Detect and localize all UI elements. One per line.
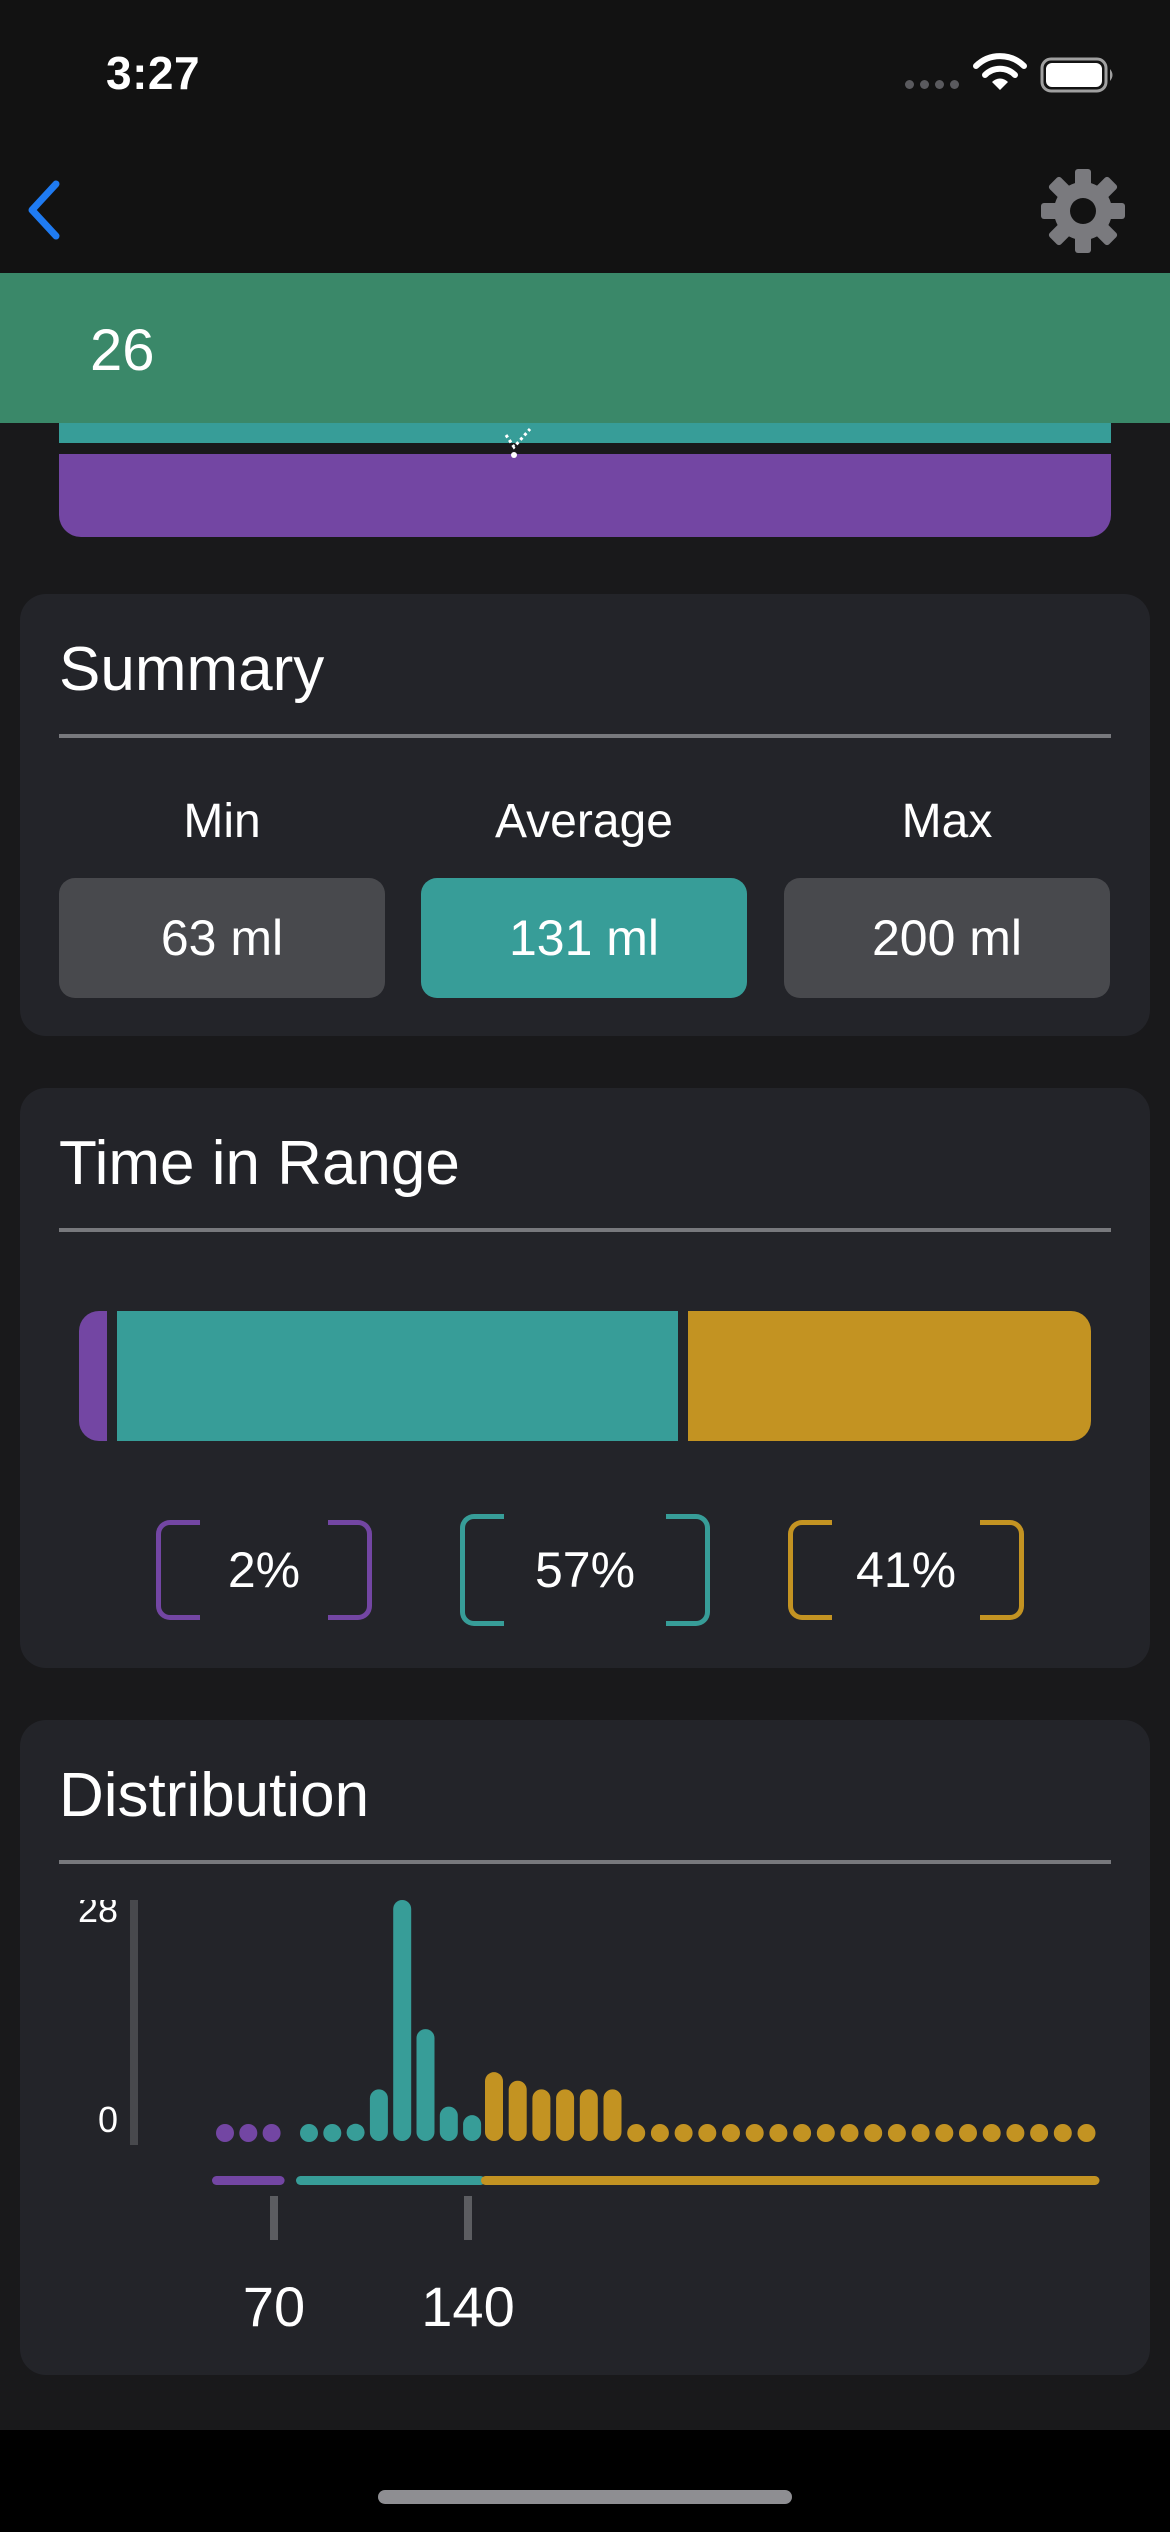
x-tick-label: 140 [421, 2275, 514, 2338]
zero-count-dot [674, 2124, 693, 2142]
target-percent-badge: 57% [460, 1514, 710, 1626]
histogram-bar [393, 1900, 412, 2141]
range-underline [212, 2176, 285, 2185]
histogram-bar [416, 2029, 435, 2141]
low-percent-badge: 2% [156, 1520, 372, 1620]
summary-title: Summary [59, 635, 325, 704]
zero-count-dot [816, 2124, 835, 2142]
time-in-range-card: Time in Range 2% 57% 41% [20, 1088, 1150, 1668]
histogram-bar [532, 2089, 551, 2141]
zero-count-dot [911, 2124, 930, 2142]
min-value: 63 ml [59, 878, 385, 998]
battery-icon [1040, 57, 1113, 93]
zero-count-dot [722, 2124, 740, 2142]
summary-divider [59, 734, 1111, 738]
histogram-bar [508, 2080, 527, 2141]
histogram-bar [556, 2089, 575, 2141]
back-chevron-icon[interactable] [18, 178, 74, 242]
min-label: Min [183, 795, 261, 848]
zero-count-dot [239, 2124, 258, 2142]
checkmark-marker-icon [504, 428, 532, 458]
zero-count-dot [650, 2124, 669, 2142]
zero-count-dot [323, 2124, 342, 2142]
zero-count-dot [982, 2124, 1001, 2142]
zero-count-dot [300, 2124, 318, 2142]
zero-count-dot [1053, 2124, 1072, 2142]
zero-count-dot [769, 2124, 788, 2142]
high-percent: 41% [855, 1542, 957, 1598]
y-tick-label: 28 [78, 1900, 118, 1930]
time-in-range-title: Time in Range [59, 1129, 460, 1198]
x-tick-label: 70 [243, 2275, 305, 2338]
zero-count-dot [1030, 2124, 1049, 2142]
target-percent: 57% [534, 1542, 636, 1598]
status-bar: 3:27 [0, 0, 1170, 140]
zero-count-dot [864, 2124, 883, 2142]
navigation-bar [0, 140, 1170, 273]
zero-count-dot [745, 2124, 764, 2142]
histogram-bar [603, 2089, 622, 2141]
time-in-range-divider [59, 1228, 1111, 1232]
zero-count-dot [887, 2124, 906, 2142]
zero-count-dot [1077, 2124, 1096, 2142]
cellular-signal-icon [905, 80, 961, 90]
histogram-bar [463, 2115, 482, 2141]
max-label: Max [901, 795, 993, 848]
tir-segment-high [687, 1311, 1091, 1441]
zero-count-dot [262, 2124, 281, 2142]
home-indicator[interactable] [378, 2490, 792, 2504]
banner-value: 26 [90, 318, 155, 383]
zero-count-dot [1006, 2124, 1025, 2142]
home-bar-area [0, 2430, 1170, 2532]
zero-count-dot [627, 2124, 646, 2142]
tir-segment-target [117, 1311, 678, 1441]
distribution-chart: 28 0 70 140 [78, 1900, 1100, 2338]
zero-count-dot [935, 2124, 954, 2142]
low-percent: 2% [227, 1542, 301, 1598]
range-underline [481, 2176, 1100, 2185]
wifi-icon [973, 53, 1027, 90]
histogram-bar [346, 2123, 365, 2141]
average-value: 131 ml [421, 878, 747, 998]
range-underline [296, 2176, 486, 2185]
summary-card: Summary Min Average Max 63 ml 131 ml 200… [20, 594, 1150, 1036]
value-banner: 26 [0, 273, 1170, 423]
y-tick-label: 0 [98, 2099, 118, 2140]
zero-count-dot [216, 2124, 234, 2142]
zero-count-dot [698, 2124, 717, 2142]
gear-icon[interactable] [1040, 168, 1126, 254]
histogram-bar [485, 2072, 503, 2141]
distribution-divider [59, 1860, 1111, 1864]
threshold-tick [464, 2196, 472, 2240]
histogram-bar [439, 2106, 458, 2141]
high-percent-badge: 41% [788, 1520, 1024, 1620]
average-label: Average [495, 795, 673, 848]
distribution-title: Distribution [59, 1761, 370, 1830]
low-range-band [59, 454, 1111, 537]
y-axis [130, 1900, 138, 2145]
zero-count-dot [793, 2124, 812, 2142]
max-value: 200 ml [784, 878, 1110, 998]
threshold-tick [270, 2196, 278, 2240]
distribution-card: Distribution 28 0 70 140 [20, 1720, 1150, 2375]
target-range-strip [59, 423, 1111, 443]
status-time: 3:27 [106, 47, 201, 99]
tir-segment-low [79, 1311, 107, 1441]
histogram-bar [579, 2089, 598, 2141]
histogram-bar [369, 2089, 388, 2141]
zero-count-dot [840, 2124, 859, 2142]
zero-count-dot [959, 2124, 977, 2142]
time-in-range-bar [79, 1311, 1091, 1441]
